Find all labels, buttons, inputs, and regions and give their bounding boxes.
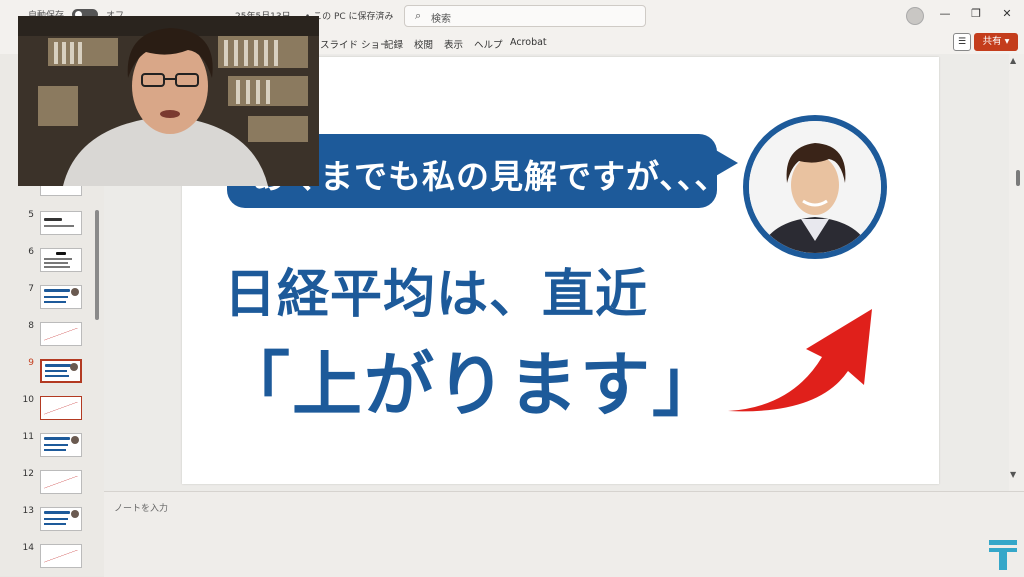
tab-review[interactable]: 校閲 [414,37,433,51]
up-trend-arrow-icon [728,309,872,412]
search-box[interactable]: ⌕ 検索 [404,5,646,27]
thumbnail-7[interactable] [40,285,82,309]
slide-number-14: 14 [22,543,34,553]
presenter-portrait [743,115,887,259]
tab-view[interactable]: 表示 [444,37,463,51]
bubble-text: あくまでも私の見解ですが、、、 [252,157,729,196]
notes-pane[interactable]: ノートを入力 [104,491,1024,577]
slide-number-8: 8 [28,321,34,331]
thumbnail-scrollbar[interactable] [95,210,99,320]
webcam-overlay [18,16,319,186]
webcam-video [18,16,319,186]
thumbnail-10[interactable] [40,396,82,420]
slide-number-13: 13 [22,506,34,516]
share-label: 共有 [982,36,1002,47]
comment-icon[interactable]: ☰ [953,33,971,51]
headline-line-1: 日経平均は、直近 [224,265,649,325]
slide-scrollbar[interactable] [1009,54,1024,494]
t-logo-icon [989,540,1017,570]
restore-icon[interactable]: ❐ [968,7,984,20]
account-icon[interactable] [906,7,924,25]
thumbnail-9[interactable] [40,359,82,383]
minimize-icon[interactable]: — [937,7,953,20]
tab-slideshow[interactable]: スライド ショー [320,37,390,51]
thumbnail-13[interactable] [40,507,82,531]
share-button[interactable]: 共有 ▾ [974,33,1018,51]
scroll-down-arrow-icon[interactable]: ▼ [1010,470,1016,479]
scroll-up-arrow-icon[interactable]: ▲ [1010,56,1016,65]
notes-placeholder: ノートを入力 [114,504,169,514]
tab-acrobat[interactable]: Acrobat [510,37,547,48]
headline-line-2: 「上がります」 [220,344,724,426]
thumbnail-5[interactable] [40,211,82,235]
portrait-illustration [749,121,881,253]
slide-number-7: 7 [28,284,34,294]
slide-number-11: 11 [22,432,34,442]
thumbnail-14[interactable] [40,544,82,568]
tab-record[interactable]: 記録 [384,37,403,51]
thumbnail-11[interactable] [40,433,82,457]
slide-number-6: 6 [28,247,34,257]
close-icon[interactable]: ✕ [999,7,1015,20]
slide-number-12: 12 [22,469,34,479]
thumbnail-6[interactable] [40,248,82,272]
tab-help[interactable]: ヘルプ [474,37,503,51]
slide-number-5: 5 [28,210,34,220]
thumbnail-8[interactable] [40,322,82,346]
search-icon: ⌕ [415,9,422,22]
thumbnail-12[interactable] [40,470,82,494]
slide-number-10: 10 [22,395,34,405]
slide-number-9: 9 [28,358,34,368]
search-placeholder: 検索 [431,14,451,25]
slide-scrollbar-thumb[interactable] [1016,170,1020,186]
